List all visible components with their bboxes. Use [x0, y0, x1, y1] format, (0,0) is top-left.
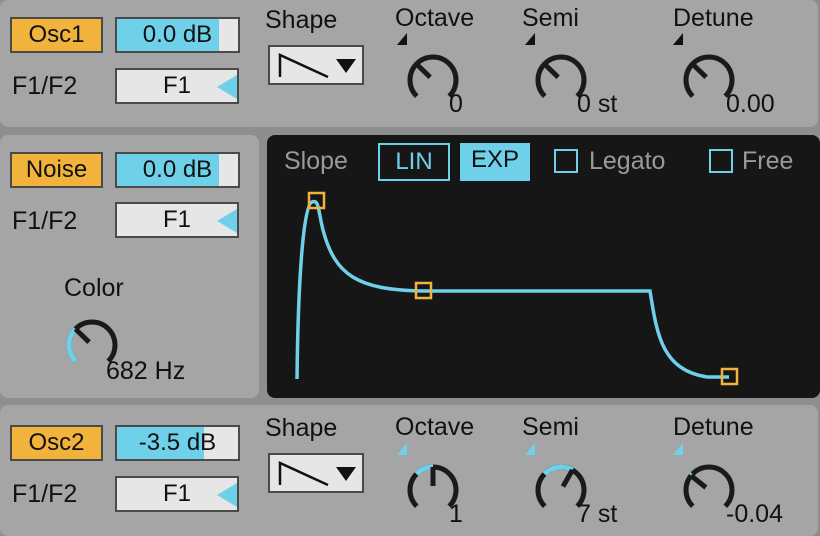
osc2-detune-label: Detune [673, 413, 754, 441]
osc2-octave-value: 1 [449, 500, 463, 528]
osc2-volume-value: -3.5 dB [138, 429, 217, 456]
osc2-semi-value: 7 st [577, 500, 618, 528]
osc2-toggle[interactable]: Osc2 [10, 425, 103, 461]
triangle-icon [217, 209, 237, 233]
envelope-graph[interactable] [267, 135, 820, 398]
noise-toggle[interactable]: Noise [10, 152, 103, 188]
osc1-octave-label: Octave [395, 4, 475, 32]
osc2-filter-value: F1 [162, 480, 191, 507]
osc2-semi-label: Semi [522, 413, 579, 441]
noise-volume[interactable]: 0.0 dB [115, 152, 240, 188]
osc1-filter-label: F1/F2 [12, 72, 78, 100]
osc2-shape-label: Shape [265, 414, 338, 442]
knob-track [66, 319, 118, 364]
knob-needle [560, 468, 575, 488]
osc1-filter-select[interactable]: F1 [115, 68, 239, 104]
osc2-filter-select[interactable]: F1 [115, 476, 239, 512]
osc1-volume[interactable]: 0.0 dB [115, 17, 240, 53]
osc1-toggle[interactable]: Osc1 [10, 17, 103, 53]
noise-color-value: 682 Hz [106, 357, 186, 385]
noise-volume-value: 0.0 dB [142, 156, 213, 183]
osc2-filter-label: F1/F2 [12, 480, 78, 508]
triangle-icon [217, 75, 237, 99]
osc1-shape-dropdown[interactable] [268, 45, 364, 85]
osc1-filter-value: F1 [162, 72, 191, 99]
knob-needle [690, 62, 708, 80]
noise-filter-select[interactable]: F1 [115, 202, 239, 238]
envelope-editor[interactable]: Slope LIN EXP Legato Free [267, 135, 820, 398]
osc1-detune-value: 0.00 [726, 90, 775, 118]
osc1-semi-value: 0 st [577, 90, 618, 118]
envelope-curve [295, 199, 729, 380]
osc2-shape-dropdown[interactable] [268, 453, 364, 493]
osc1-volume-value: 0.0 dB [142, 21, 213, 48]
osc1-octave-value: 0 [449, 90, 463, 118]
osc2-volume[interactable]: -3.5 dB [115, 425, 240, 461]
osc1-semi-label: Semi [522, 4, 579, 32]
osc1-shape-label: Shape [265, 6, 338, 34]
osc2-detune-value: -0.04 [726, 500, 783, 528]
triangle-icon [217, 483, 237, 507]
noise-filter-label: F1/F2 [12, 207, 78, 235]
osc2-octave-label: Octave [395, 413, 475, 441]
knob-needle [73, 327, 91, 345]
knob-value-arc [66, 327, 78, 364]
knob-needle [689, 473, 708, 490]
saw-wave-icon [278, 53, 356, 79]
saw-wave-icon [278, 461, 356, 487]
osc1-detune-label: Detune [673, 4, 754, 32]
noise-filter-value: F1 [162, 206, 191, 233]
noise-color-label: Color [64, 274, 124, 302]
knob-needle [542, 62, 560, 80]
knob-needle [414, 62, 432, 80]
